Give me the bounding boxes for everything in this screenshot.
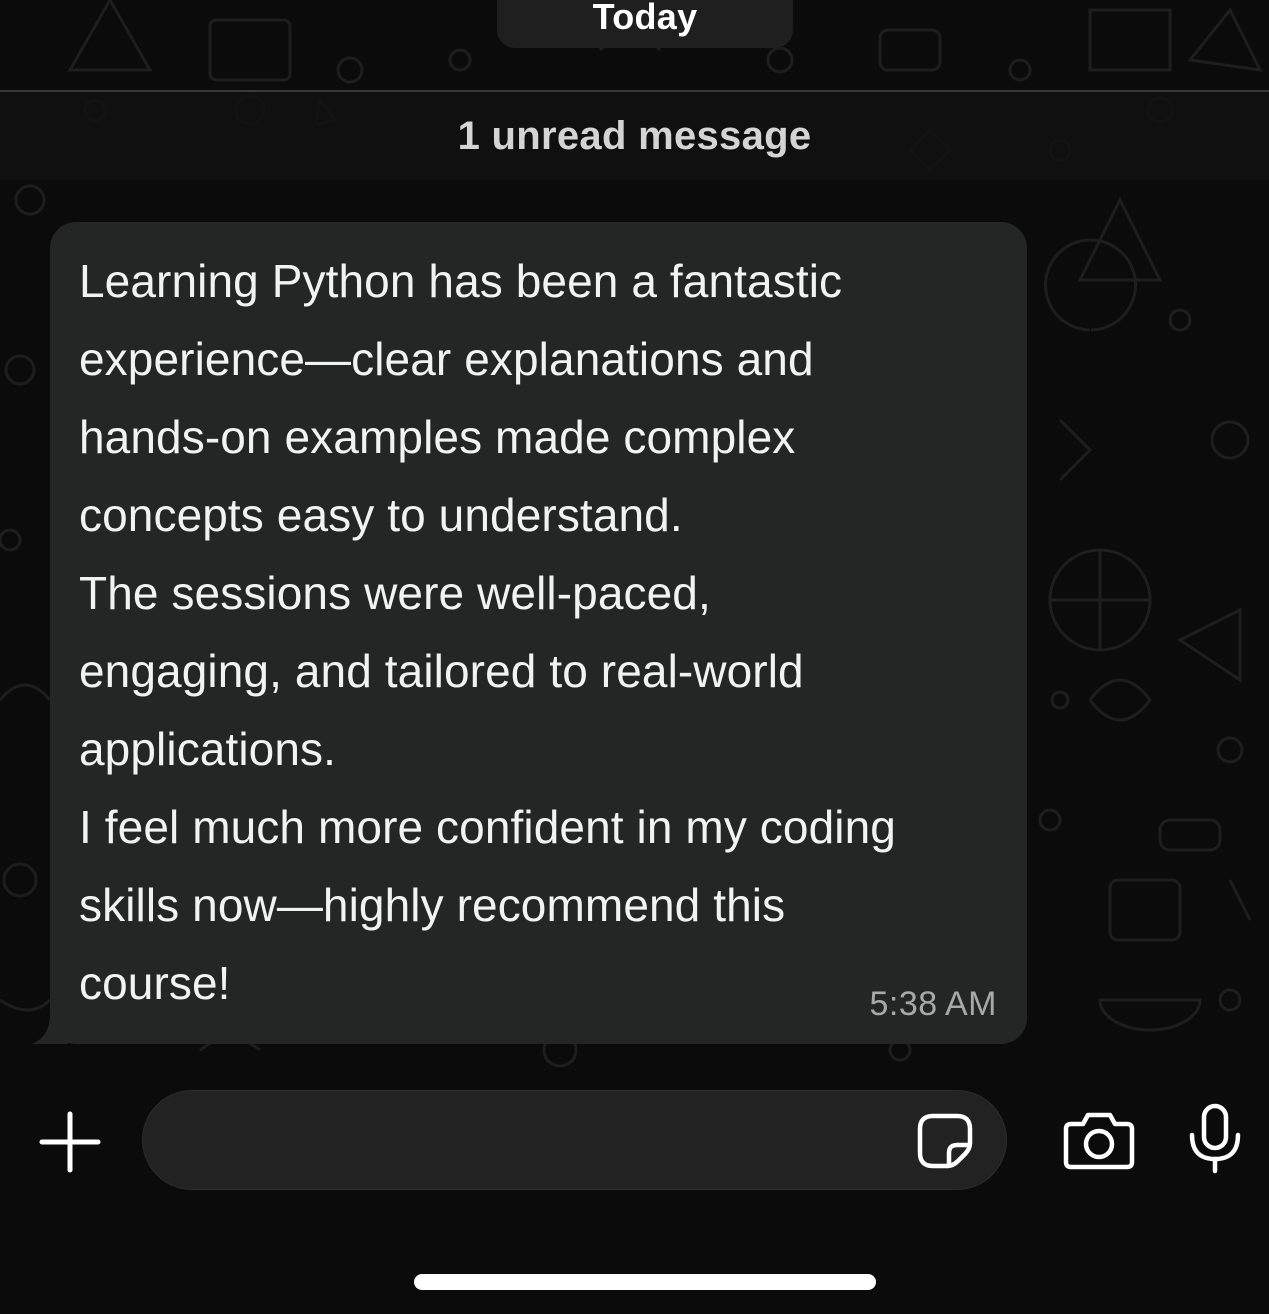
message-line: Learning Python has been a fantastic (79, 255, 843, 307)
chat-screen: Today 1 unread message Learning Python h… (0, 0, 1269, 1314)
composer-bar (0, 1068, 1269, 1314)
attach-button[interactable] (36, 1108, 104, 1176)
message-line: skills now—highly recommend this (79, 879, 786, 931)
sticker-icon (917, 1113, 973, 1169)
message-line: The sessions were well-paced, (79, 567, 711, 619)
message-line: hands-on examples made complex (79, 411, 796, 463)
sticker-button[interactable] (915, 1111, 975, 1171)
unread-banner: 1 unread message (0, 92, 1269, 180)
unread-label: 1 unread message (457, 113, 812, 158)
message-line: experience—clear explanations and (79, 333, 814, 385)
message-line: applications. (79, 723, 337, 775)
voice-message-button[interactable] (1186, 1102, 1244, 1176)
message-line: engaging, and tailored to real-world (79, 645, 804, 697)
microphone-icon (1189, 1103, 1241, 1174)
incoming-message-bubble[interactable]: Learning Python has been a fantastic exp… (50, 222, 1027, 1044)
message-timestamp: 5:38 AM (869, 985, 997, 1023)
camera-icon (1063, 1112, 1135, 1170)
date-separator: Today (497, 0, 793, 48)
plus-icon (39, 1111, 101, 1173)
message-input-field[interactable] (142, 1090, 1007, 1191)
message-input[interactable] (173, 1091, 917, 1191)
message-line: course! (79, 957, 231, 1009)
message-line: concepts easy to understand. (79, 489, 683, 541)
home-indicator[interactable] (414, 1274, 876, 1290)
date-label: Today (592, 0, 698, 37)
camera-button[interactable] (1062, 1108, 1136, 1172)
message-line: I feel much more confident in my coding (79, 801, 896, 853)
